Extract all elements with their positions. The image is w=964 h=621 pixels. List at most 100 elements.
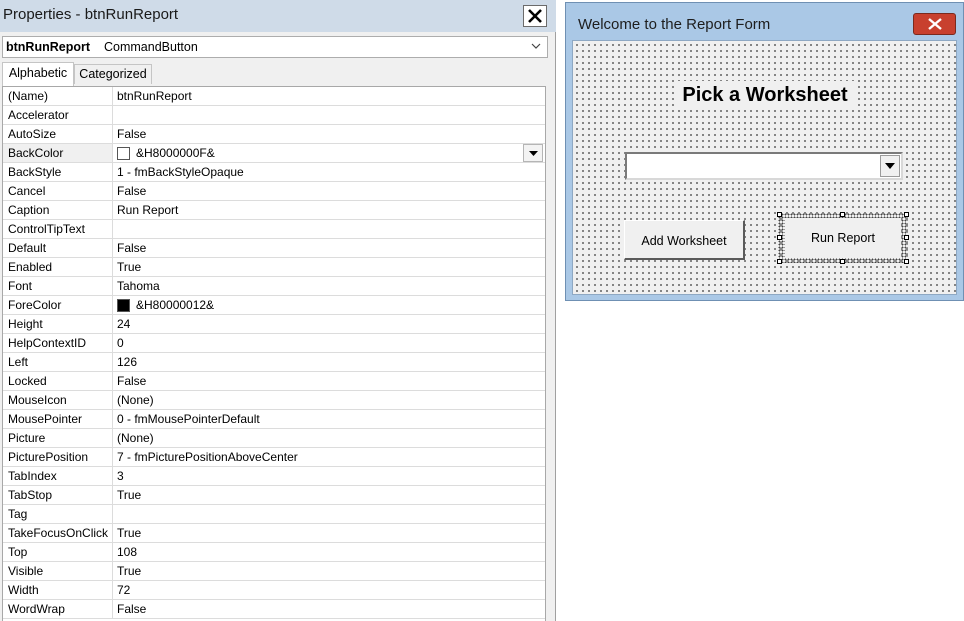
- property-row[interactable]: TakeFocusOnClick True: [3, 524, 545, 543]
- property-grid: (Name) btnRunReport Accelerator AutoSize Fal…: [2, 86, 546, 621]
- property-row[interactable]: Picture (None): [3, 429, 545, 448]
- combobox-dropdown-button[interactable]: [880, 155, 900, 177]
- form-title: Welcome to the Report Form: [578, 16, 771, 33]
- form-design-surface[interactable]: Pick a Worksheet Add Worksheet Run Repor…: [572, 40, 957, 295]
- property-value[interactable]: &H8000000F&: [114, 144, 215, 162]
- property-value[interactable]: btnRunReport: [114, 87, 192, 105]
- property-row[interactable]: (Name) btnRunReport: [3, 87, 545, 106]
- property-value-text: 0: [117, 336, 124, 350]
- property-row[interactable]: Locked False: [3, 372, 545, 391]
- property-value[interactable]: Run Report: [114, 201, 178, 219]
- property-value[interactable]: 1 - fmBackStyleOpaque: [114, 163, 244, 181]
- property-value[interactable]: (None): [114, 429, 154, 447]
- property-value-text: True: [117, 488, 142, 502]
- property-row[interactable]: Height 24: [3, 315, 545, 334]
- property-name: Accelerator: [3, 106, 113, 124]
- property-row[interactable]: BackStyle 1 - fmBackStyleOpaque: [3, 163, 545, 182]
- property-value[interactable]: False: [114, 372, 146, 390]
- property-value[interactable]: True: [114, 486, 141, 504]
- property-value[interactable]: 0 - fmMousePointerDefault: [114, 410, 260, 428]
- property-value[interactable]: False: [114, 125, 146, 143]
- property-row[interactable]: TabStop True: [3, 486, 545, 505]
- property-row[interactable]: Left 126: [3, 353, 545, 372]
- property-value[interactable]: 108: [114, 543, 137, 561]
- tab-categorized[interactable]: Categorized: [74, 64, 152, 84]
- property-row[interactable]: TabIndex 3: [3, 467, 545, 486]
- add-worksheet-button[interactable]: Add Worksheet: [624, 220, 745, 260]
- property-value-text: True: [117, 260, 142, 274]
- form-close-button[interactable]: [913, 13, 956, 35]
- resize-handle[interactable]: [777, 212, 782, 217]
- property-value-text: False: [117, 241, 147, 255]
- property-value[interactable]: [114, 106, 117, 124]
- property-value[interactable]: False: [114, 239, 146, 257]
- property-row[interactable]: Tag: [3, 505, 545, 524]
- worksheet-combobox[interactable]: [625, 152, 903, 180]
- property-value[interactable]: 7 - fmPicturePositionAboveCenter: [114, 448, 298, 466]
- property-row[interactable]: Cancel False: [3, 182, 545, 201]
- property-value[interactable]: [114, 220, 117, 238]
- resize-handle[interactable]: [840, 259, 845, 264]
- property-value[interactable]: Tahoma: [114, 277, 160, 295]
- property-row[interactable]: HelpContextID 0: [3, 334, 545, 353]
- property-name: Font: [3, 277, 113, 295]
- resize-handle[interactable]: [840, 212, 845, 217]
- property-value[interactable]: True: [114, 524, 141, 542]
- property-row[interactable]: ControlTipText: [3, 220, 545, 239]
- property-name: Enabled: [3, 258, 113, 276]
- property-value[interactable]: (None): [114, 391, 154, 409]
- resize-handle[interactable]: [904, 235, 909, 240]
- property-row[interactable]: Default False: [3, 239, 545, 258]
- property-value[interactable]: True: [114, 562, 141, 580]
- resize-handle[interactable]: [904, 212, 909, 217]
- property-value[interactable]: True: [114, 258, 141, 276]
- property-value-text: 1 - fmBackStyleOpaque: [117, 165, 244, 179]
- property-name: Top: [3, 543, 113, 561]
- property-name: BackColor: [3, 144, 113, 162]
- property-row[interactable]: Width 72: [3, 581, 545, 600]
- property-value-text: 0 - fmMousePointerDefault: [117, 412, 260, 426]
- property-value-text: 24: [117, 317, 131, 331]
- property-row[interactable]: MousePointer 0 - fmMousePointerDefault: [3, 410, 545, 429]
- property-value[interactable]: [114, 505, 117, 523]
- property-name: Locked: [3, 372, 113, 390]
- property-row[interactable]: Accelerator: [3, 106, 545, 125]
- run-report-button[interactable]: Run Report: [785, 218, 901, 258]
- property-value-text: (None): [117, 431, 154, 445]
- property-value[interactable]: &H80000012&: [114, 296, 214, 314]
- property-row[interactable]: AutoSize False: [3, 125, 545, 144]
- property-name: WordWrap: [3, 600, 113, 618]
- property-row[interactable]: BackColor &H8000000F&: [3, 144, 545, 163]
- property-row[interactable]: MouseIcon (None): [3, 391, 545, 410]
- resize-handle[interactable]: [904, 259, 909, 264]
- property-value[interactable]: 126: [114, 353, 137, 371]
- property-row[interactable]: Enabled True: [3, 258, 545, 277]
- heading-label[interactable]: Pick a Worksheet: [675, 81, 855, 109]
- tab-alphabetic[interactable]: Alphabetic: [2, 62, 74, 86]
- property-value-text: 126: [117, 355, 138, 369]
- property-row[interactable]: Top 108: [3, 543, 545, 562]
- property-value[interactable]: 24: [114, 315, 130, 333]
- property-value[interactable]: 0: [114, 334, 124, 352]
- properties-close-button[interactable]: [523, 5, 547, 27]
- property-value[interactable]: 3: [114, 467, 124, 485]
- property-value[interactable]: 72: [114, 581, 130, 599]
- property-value[interactable]: False: [114, 182, 146, 200]
- property-value[interactable]: False: [114, 600, 146, 618]
- properties-titlebar[interactable]: Properties - btnRunReport: [0, 0, 556, 32]
- property-row[interactable]: PicturePosition 7 - fmPicturePositionAbov…: [3, 448, 545, 467]
- run-report-selection-frame[interactable]: Run Report: [777, 212, 909, 264]
- userform-window: Welcome to the Report Form Pick a Worksh…: [565, 2, 964, 301]
- resize-handle[interactable]: [777, 259, 782, 264]
- property-row[interactable]: WordWrap False: [3, 600, 545, 619]
- property-dropdown-button[interactable]: [523, 144, 543, 162]
- resize-handle[interactable]: [777, 235, 782, 240]
- property-name: Default: [3, 239, 113, 257]
- property-row[interactable]: Font Tahoma: [3, 277, 545, 296]
- property-row[interactable]: ForeColor &H80000012&: [3, 296, 545, 315]
- property-value-text: False: [117, 127, 147, 141]
- object-selector[interactable]: btnRunReport CommandButton: [2, 36, 548, 58]
- property-row[interactable]: Visible True: [3, 562, 545, 581]
- property-name: MouseIcon: [3, 391, 113, 409]
- property-row[interactable]: Caption Run Report: [3, 201, 545, 220]
